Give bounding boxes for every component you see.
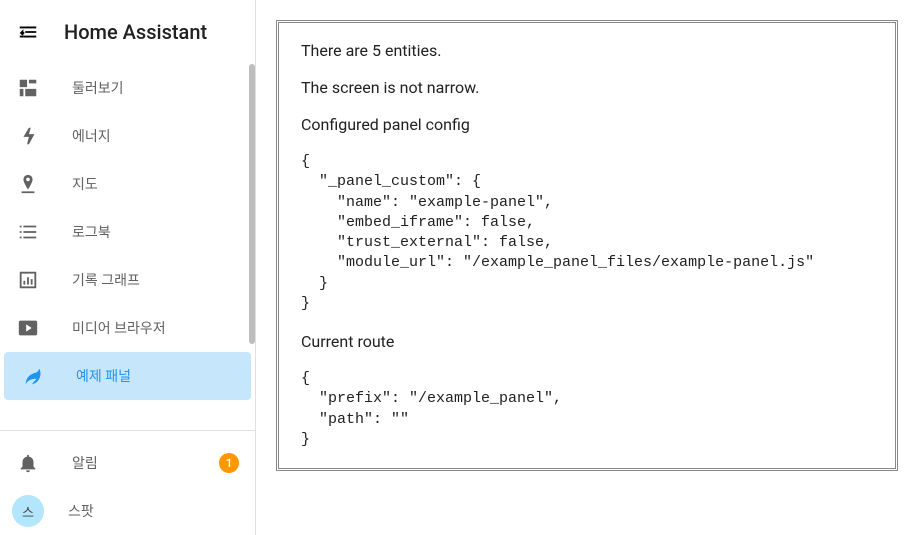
sidebar-item-map[interactable]: 지도: [0, 160, 255, 208]
leaf-icon: [20, 364, 44, 388]
sidebar-header: Home Assistant: [0, 0, 255, 64]
bolt-icon: [16, 124, 40, 148]
notifications-label: 알림: [72, 453, 98, 473]
app-title: Home Assistant: [64, 20, 207, 44]
sidebar-item-energy[interactable]: 에너지: [0, 112, 255, 160]
sidebar-item-label: 에너지: [72, 126, 111, 146]
sidebar-item-media[interactable]: 미디어 브라우저: [0, 304, 255, 352]
sidebar-item-history[interactable]: 기록 그래프: [0, 256, 255, 304]
media-icon: [16, 316, 40, 340]
hamburger-back-icon: [17, 21, 39, 43]
route-json: { "prefix": "/example_panel", "path": ""…: [301, 369, 873, 450]
sidebar-item-label: 기록 그래프: [72, 270, 140, 290]
bell-icon: [16, 451, 40, 475]
map-icon: [16, 172, 40, 196]
sidebar-item-label: 미디어 브라우저: [72, 318, 166, 338]
example-panel-content: There are 5 entities. The screen is not …: [276, 20, 898, 471]
notifications-button[interactable]: 알림 1: [0, 439, 255, 487]
dashboard-icon: [16, 76, 40, 100]
sidebar-scrollbar[interactable]: [249, 64, 255, 394]
sidebar-item-label: 지도: [72, 174, 98, 194]
sidebar-nav: 둘러보기 에너지 지도 로그북 기록 그래프: [0, 64, 255, 430]
scrollbar-thumb[interactable]: [249, 64, 255, 344]
narrow-text: The screen is not narrow.: [301, 78, 873, 97]
route-heading: Current route: [301, 332, 873, 351]
sidebar-item-example-panel[interactable]: 예제 패널: [4, 352, 251, 400]
menu-toggle-button[interactable]: [16, 20, 40, 44]
entity-count-text: There are 5 entities.: [301, 41, 873, 60]
sidebar-item-logbook[interactable]: 로그북: [0, 208, 255, 256]
avatar: 스: [12, 495, 44, 527]
user-label: 스팟: [68, 501, 94, 521]
list-icon: [16, 220, 40, 244]
user-profile-button[interactable]: 스 스팟: [0, 487, 255, 535]
config-json: { "_panel_custom": { "name": "example-pa…: [301, 152, 873, 314]
sidebar-item-label: 로그북: [72, 222, 111, 242]
chart-icon: [16, 268, 40, 292]
main-content: There are 5 entities. The screen is not …: [256, 0, 918, 535]
config-heading: Configured panel config: [301, 115, 873, 134]
sidebar-item-label: 예제 패널: [76, 366, 131, 386]
sidebar-item-overview[interactable]: 둘러보기: [0, 64, 255, 112]
sidebar: Home Assistant 둘러보기 에너지 지도 로그북: [0, 0, 256, 535]
notifications-badge: 1: [219, 453, 239, 473]
sidebar-item-label: 둘러보기: [72, 78, 124, 98]
sidebar-bottom: 알림 1 스 스팟: [0, 430, 255, 535]
